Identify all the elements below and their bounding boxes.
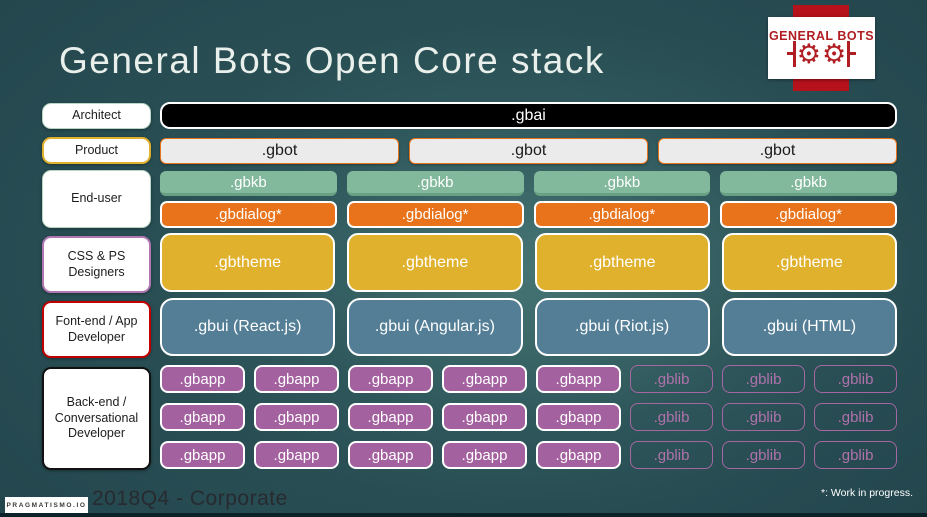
slide-bottom-edge [0,513,927,517]
stack-box-gbui-angular: .gbui (Angular.js) [347,298,523,356]
stack-box-gbui-react: .gbui (React.js) [160,298,336,356]
gear-icon: ⚙ [822,38,847,69]
row-gbtheme: .gbtheme .gbtheme .gbtheme .gbtheme [160,233,897,292]
stack-box-gblib: .gblib [630,403,713,431]
row-gbapp-3: .gbapp .gbapp .gbapp .gbapp .gbapp .gbli… [160,441,897,469]
stack-box-gblib: .gblib [630,441,713,469]
stack-box-gbapp: .gbapp [160,441,245,469]
stack-box-gbapp: .gbapp [160,403,245,431]
pragmatismo-wordmark: PRAGMATISMO.IO [6,501,87,509]
stack-box-gbot: .gbot [409,138,648,164]
stack-box-gbai: .gbai [160,102,897,129]
row-gbai: .gbai [160,102,897,129]
stack-box-gbui-riot: .gbui (Riot.js) [534,298,710,356]
stack-box-gbapp: .gbapp [348,365,433,393]
stack-box-gbapp: .gbapp [348,441,433,469]
row-gbot: .gbot .gbot .gbot [160,138,897,164]
stack-box-gblib: .gblib [814,365,897,393]
stack-box-gbdialog: .gbdialog* [720,201,897,228]
stack-box-gbtheme: .gbtheme [347,233,523,292]
work-in-progress-note: *: Work in progress. [820,487,913,499]
stack-box-gblib: .gblib [814,403,897,431]
footer-caption: 2018Q4 - Corporate [92,487,288,510]
gear-icon: ⚙ [796,38,821,69]
row-gbkb: .gbkb .gbkb .gbkb .gbkb [160,171,897,196]
logo-gears: ⚙ ⚙ [786,38,857,69]
stack-box-gblib: .gblib [814,441,897,469]
role-label-frontend-developer: Font-end / App Developer [42,301,151,358]
general-bots-logo: GENERAL BOTS ⚙ ⚙ [768,17,875,79]
stack-box-gbapp: .gbapp [536,403,621,431]
stack-box-gbdialog: .gbdialog* [160,201,337,228]
page-title: General Bots Open Core stack [59,40,605,81]
logo-bar-right [847,41,857,67]
stack-box-gbot: .gbot [658,138,897,164]
role-label-backend-developer: Back-end / Conversational Developer [42,367,151,470]
stack-box-gbkb: .gbkb [160,171,337,196]
row-gbdialog: .gbdialog* .gbdialog* .gbdialog* .gbdial… [160,201,897,228]
stack-box-gbapp: .gbapp [442,403,527,431]
stack-box-gbui-html: .gbui (HTML) [721,298,897,356]
stack-box-gbdialog: .gbdialog* [533,201,711,228]
row-gbapp-2: .gbapp .gbapp .gbapp .gbapp .gbapp .gbli… [160,403,897,431]
stack-box-gbapp: .gbapp [442,441,527,469]
role-label-end-user: End-user [42,170,151,228]
stack-box-gbapp: .gbapp [348,403,433,431]
stack-box-gbkb: .gbkb [533,171,711,196]
stack-box-gbtheme: .gbtheme [160,233,336,292]
role-label-architect: Architect [42,103,151,129]
logo-bar-left [786,41,796,67]
stack-box-gbkb: .gbkb [720,171,897,196]
stack-box-gbtheme: .gbtheme [534,233,710,292]
stack-box-gblib: .gblib [630,365,713,393]
stack-box-gbapp: .gbapp [160,365,245,393]
slide: General Bots Open Core stack GENERAL BOT… [0,0,927,517]
stack-box-gblib: .gblib [722,441,805,469]
stack-box-gbapp: .gbapp [254,365,339,393]
stack-box-gbkb: .gbkb [346,171,524,196]
role-label-product: Product [42,137,151,164]
stack-box-gbtheme: .gbtheme [721,233,897,292]
stack-box-gbapp: .gbapp [442,365,527,393]
stack-box-gbapp: .gbapp [536,365,621,393]
stack-box-gbapp: .gbapp [536,441,621,469]
stack-box-gbapp: .gbapp [254,441,339,469]
stack-box-gblib: .gblib [722,365,805,393]
pragmatismo-logo: PRAGMATISMO.IO [5,497,88,513]
stack-box-gblib: .gblib [722,403,805,431]
row-gbui: .gbui (React.js) .gbui (Angular.js) .gbu… [160,298,897,356]
stack-box-gbot: .gbot [160,138,399,164]
stack-box-gbdialog: .gbdialog* [346,201,524,228]
row-gbapp-1: .gbapp .gbapp .gbapp .gbapp .gbapp .gbli… [160,365,897,393]
stack-box-gbapp: .gbapp [254,403,339,431]
role-label-designers: CSS & PS Designers [42,236,151,293]
